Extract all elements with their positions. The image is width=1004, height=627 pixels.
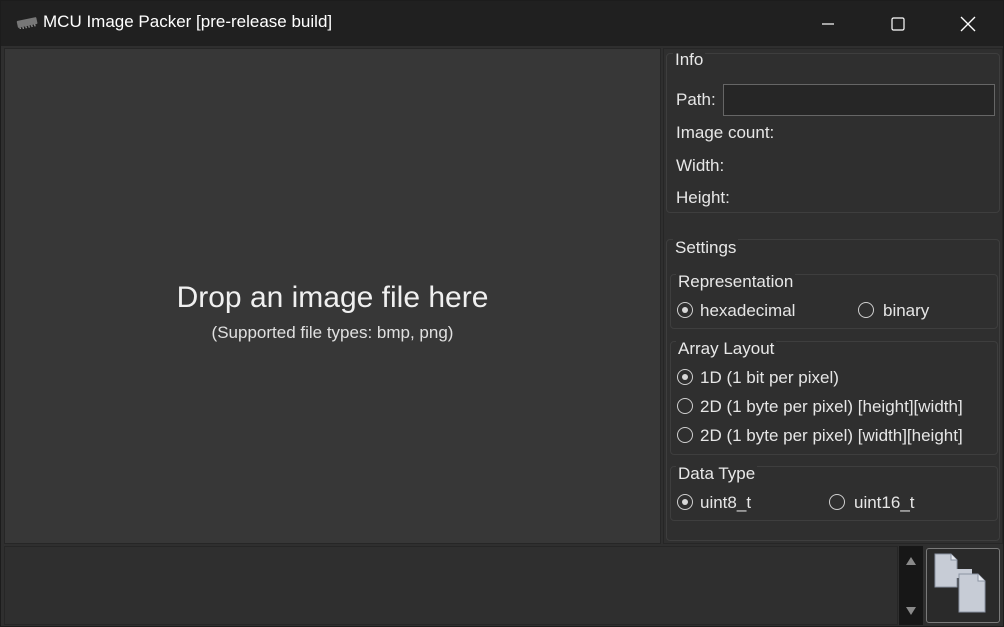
settings-panel: Info Path: Image count: Width: Height: S… — [663, 48, 1003, 544]
minimize-button[interactable] — [793, 1, 863, 46]
radio-layout-2d-width-height[interactable] — [677, 427, 693, 443]
path-label: Path: — [676, 90, 716, 109]
minimize-icon — [822, 22, 834, 25]
radio-binary[interactable] — [858, 302, 874, 318]
data-type-group: Data Type uint8_t uint16_t — [670, 464, 998, 521]
triangle-down-icon[interactable] — [905, 606, 917, 616]
image-drop-zone[interactable]: Drop an image file here (Supported file … — [4, 48, 661, 544]
radio-uint8[interactable] — [677, 494, 693, 510]
drop-zone-title: Drop an image file here — [176, 281, 489, 314]
output-text-area[interactable] — [4, 546, 898, 625]
layout-1d-label[interactable]: 1D (1 bit per pixel) — [700, 368, 839, 388]
title-bar[interactable]: MCU Image Packer [pre-release build] — [1, 1, 1003, 46]
maximize-icon — [891, 16, 905, 31]
image-count-label: Image count: — [676, 123, 775, 142]
layout-2d-width-height-label[interactable]: 2D (1 byte per pixel) [width][height] — [700, 426, 963, 446]
radio-layout-2d-height-width[interactable] — [677, 398, 693, 414]
chip-icon — [16, 17, 38, 29]
triangle-up-icon[interactable] — [905, 556, 917, 566]
window-title: MCU Image Packer [pre-release build] — [43, 12, 333, 31]
layout-2d-height-width-label[interactable]: 2D (1 byte per pixel) [height][width] — [700, 397, 963, 417]
path-field[interactable] — [723, 84, 995, 116]
uint8-label[interactable]: uint8_t — [700, 493, 751, 513]
radio-hexadecimal[interactable] — [677, 302, 693, 318]
height-label: Height: — [676, 188, 730, 207]
data-type-title: Data Type — [676, 464, 758, 484]
uint16-label[interactable]: uint16_t — [854, 493, 915, 513]
radio-layout-1d[interactable] — [677, 369, 693, 385]
info-group-title: Info — [673, 50, 706, 70]
representation-title: Representation — [676, 272, 796, 292]
array-layout-group: Array Layout 1D (1 bit per pixel) 2D (1 … — [670, 339, 998, 455]
info-group: Info Path: Image count: Width: Height: — [666, 50, 1000, 213]
array-layout-title: Array Layout — [676, 339, 777, 359]
radio-uint16[interactable] — [829, 494, 845, 510]
close-icon — [960, 16, 976, 31]
settings-group: Settings Representation hexadecimal bina… — [666, 238, 1000, 541]
output-scrollbar[interactable] — [899, 546, 923, 625]
hexadecimal-label[interactable]: hexadecimal — [700, 301, 795, 321]
settings-group-title: Settings — [673, 238, 739, 258]
drop-zone-subtitle: (Supported file types: bmp, png) — [211, 323, 454, 342]
maximize-button[interactable] — [863, 1, 933, 46]
width-label: Width: — [676, 156, 725, 175]
app-window: MCU Image Packer [pre-release build] Dro… — [0, 0, 1004, 627]
close-button[interactable] — [933, 1, 1003, 46]
binary-label[interactable]: binary — [883, 301, 929, 321]
copy-button[interactable] — [926, 548, 1000, 623]
copy-icon — [934, 553, 986, 613]
representation-group: Representation hexadecimal binary — [670, 272, 998, 329]
